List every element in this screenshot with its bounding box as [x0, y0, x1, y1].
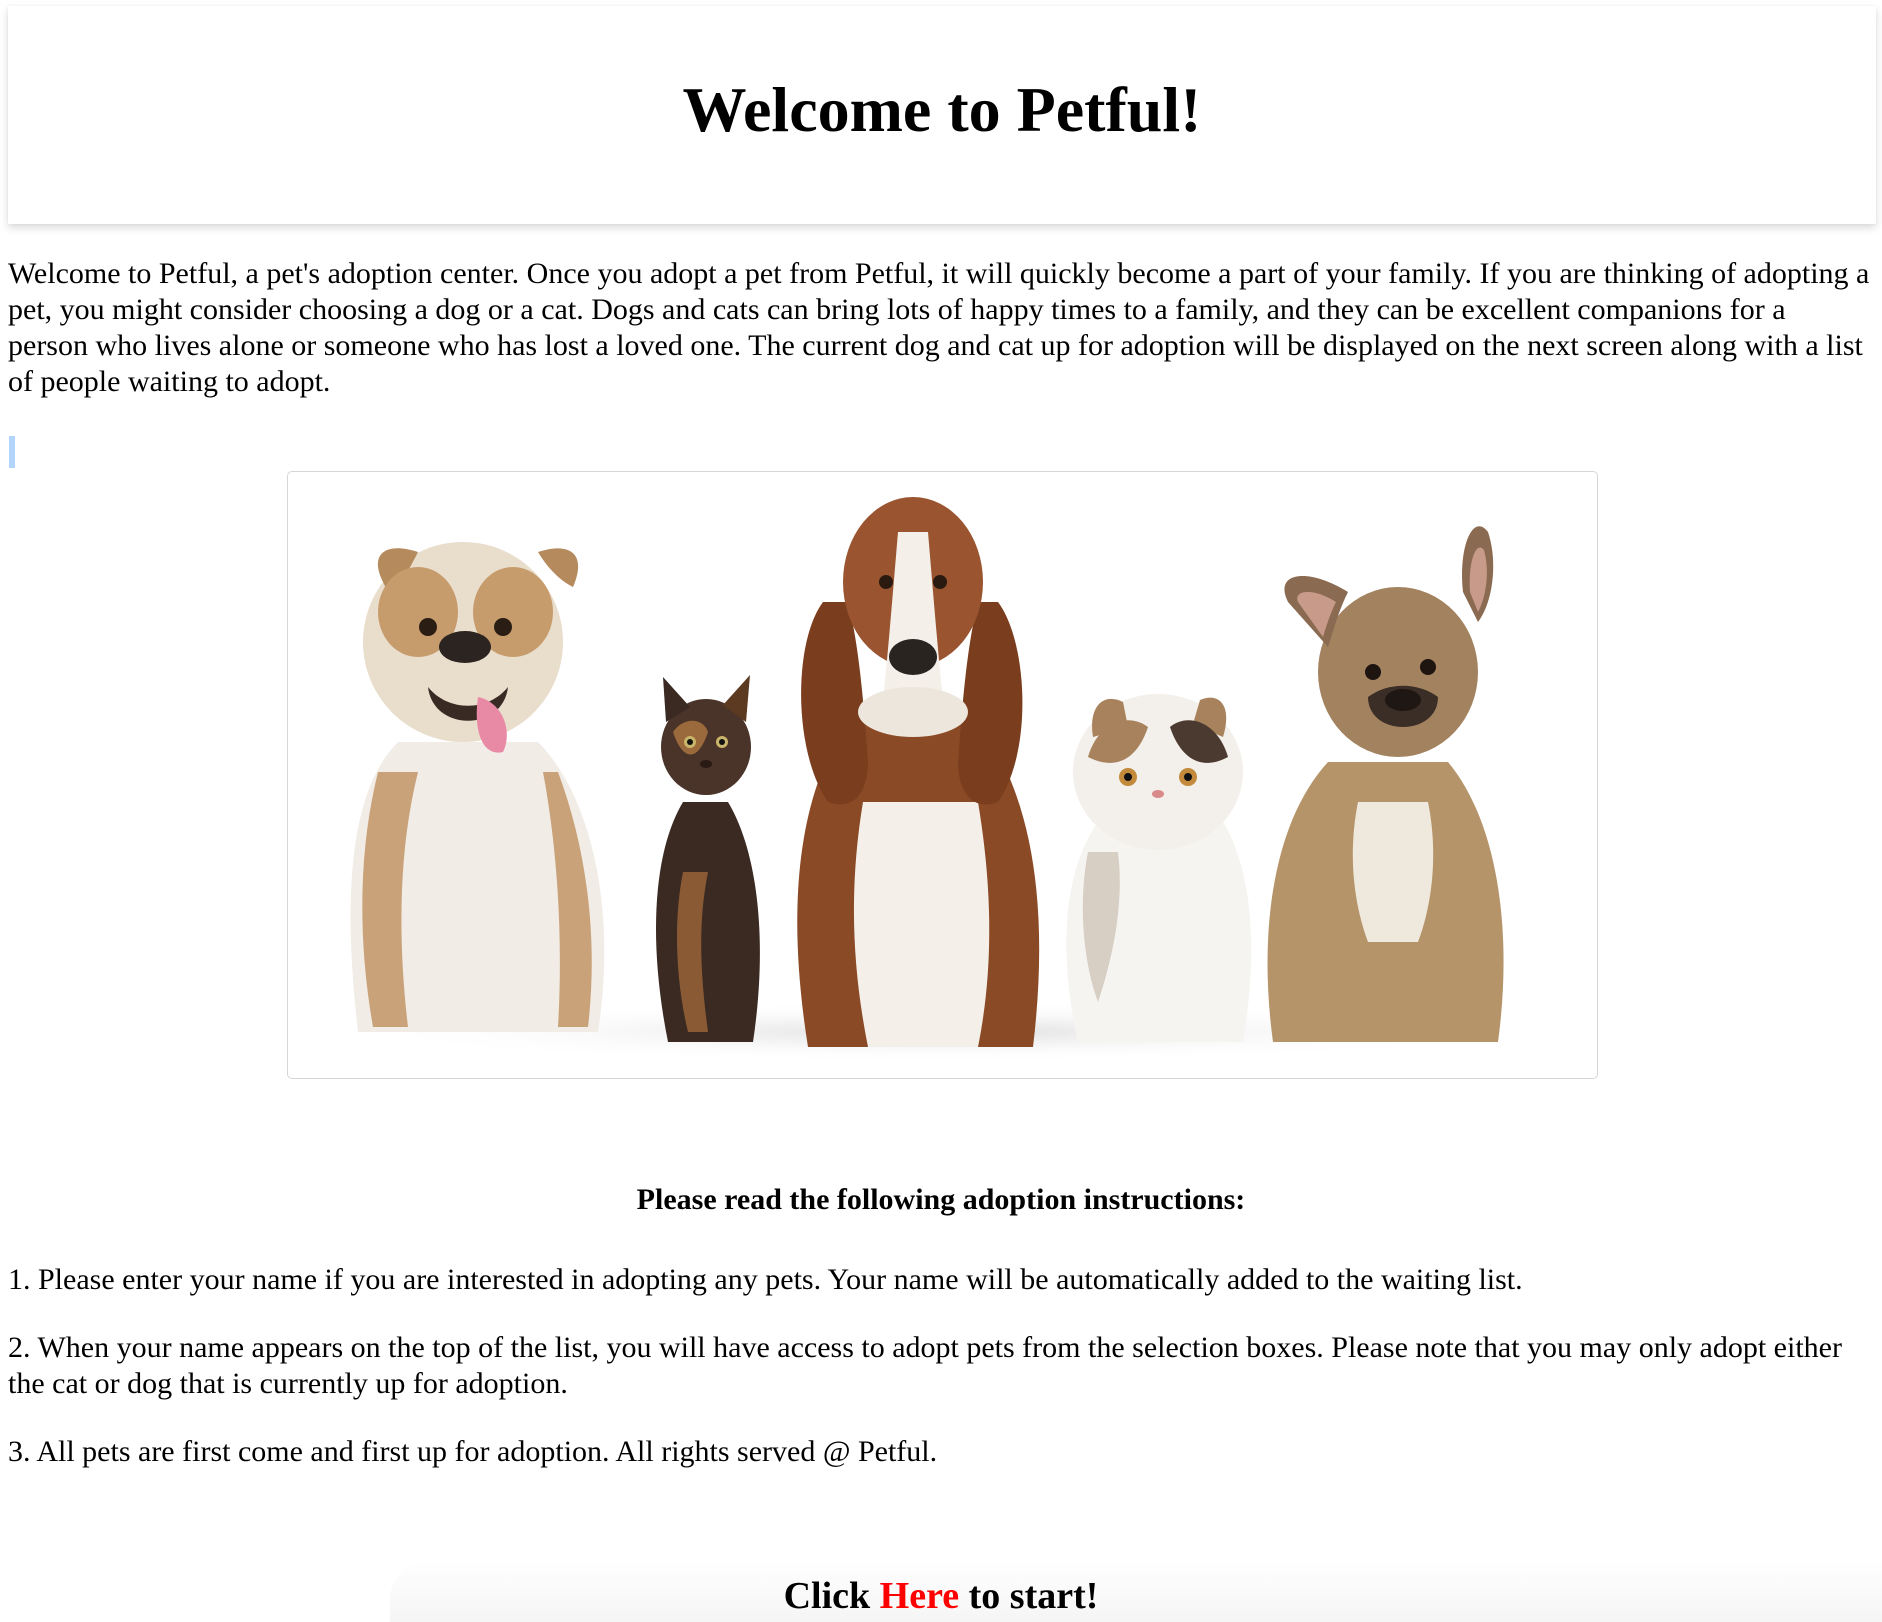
- page-title: Welcome to Petful!: [682, 74, 1202, 145]
- instruction-step-3: 3. All pets are first come and first up …: [8, 1435, 938, 1468]
- start-prefix-text: Click: [783, 1575, 880, 1617]
- kitten-figure: [656, 675, 760, 1042]
- instruction-step-1: 1. Please enter your name if you are int…: [8, 1263, 1523, 1296]
- start-suffix-text: to start!: [959, 1575, 1099, 1617]
- exotic-cat-figure: [1066, 694, 1252, 1042]
- basset-hound-figure: [797, 497, 1040, 1047]
- pets-illustration: [348, 497, 1528, 1062]
- instructions-heading: Please read the following adoption instr…: [636, 1183, 1246, 1216]
- instruction-step-2: 2. When your name appears on the top of …: [8, 1331, 1842, 1400]
- text-selection-marker: [9, 436, 15, 468]
- header-banner: Welcome to Petful!: [8, 6, 1876, 224]
- start-prompt: Click Here to start!: [0, 1574, 1882, 1618]
- french-bulldog-figure: [1267, 526, 1504, 1042]
- intro-paragraph: Welcome to Petful, a pet's adoption cent…: [8, 257, 1870, 398]
- start-here-link[interactable]: Here: [880, 1575, 959, 1617]
- pets-hero-image: [287, 471, 1598, 1079]
- bulldog-figure: [350, 542, 605, 1032]
- page: Welcome to Petful! Welcome to Petful, a …: [0, 0, 1882, 1622]
